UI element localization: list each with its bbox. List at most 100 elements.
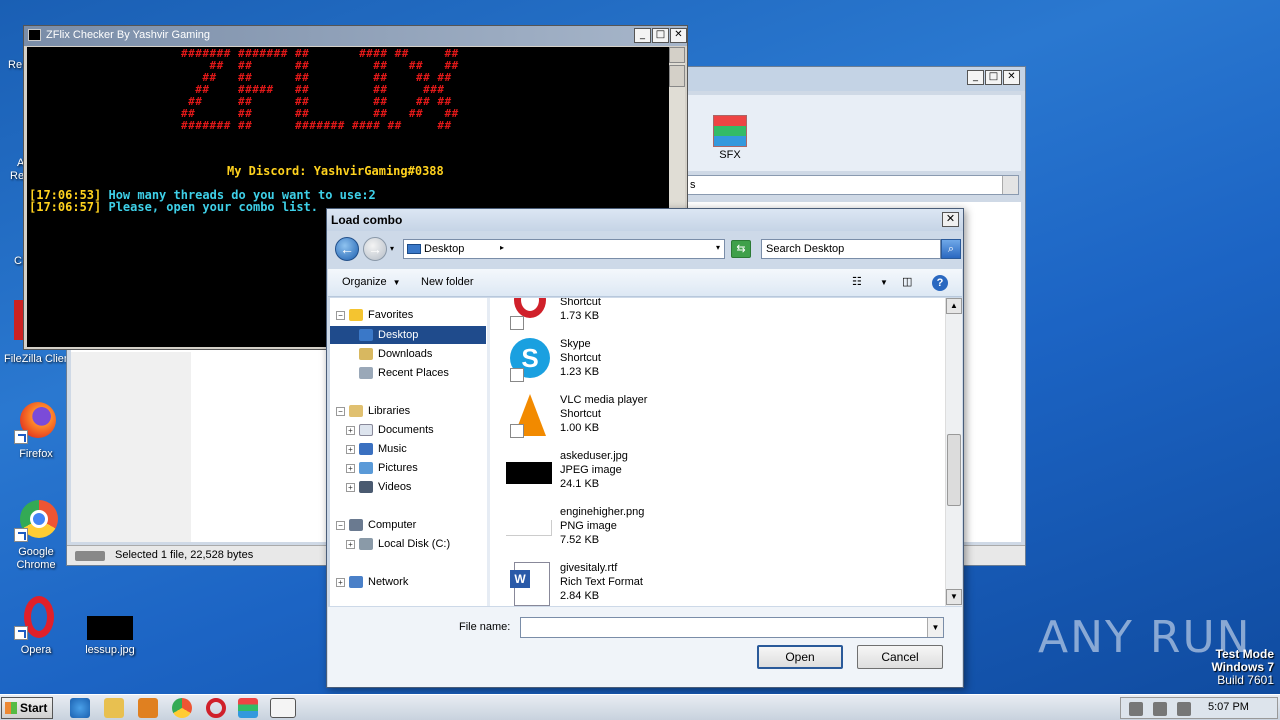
file-list-scrollbar[interactable]: ▲ ▼ xyxy=(945,298,962,606)
tree-downloads[interactable]: Downloads xyxy=(359,345,432,363)
file-size: 24.1 KB xyxy=(560,478,600,490)
forward-button[interactable]: → xyxy=(363,237,387,261)
network-status-icon[interactable] xyxy=(1153,702,1167,716)
collapse-icon[interactable]: − xyxy=(336,406,345,416)
scroll-up-button[interactable] xyxy=(669,47,685,63)
file-type: Rich Text Format xyxy=(560,576,643,588)
recent-pages-dropdown[interactable]: ▾ xyxy=(390,244,394,253)
close-button[interactable]: ✕ xyxy=(670,28,687,43)
chrome-icon[interactable] xyxy=(172,698,192,718)
music-icon xyxy=(359,443,373,456)
help-icon[interactable]: ? xyxy=(932,275,948,291)
file-list[interactable]: Shortcut 1.73 KB S Skype Shortcut 1.23 K… xyxy=(490,298,945,606)
view-dropdown-icon[interactable]: ▼ xyxy=(880,278,888,287)
chevron-down-icon[interactable] xyxy=(1002,176,1018,194)
breadcrumb-chevron-icon[interactable]: ▸ xyxy=(500,243,504,252)
desktop-partial-label: Re xyxy=(10,170,25,182)
address-combo[interactable]: s xyxy=(687,175,1019,195)
opera-icon xyxy=(14,596,58,640)
back-button[interactable]: ← xyxy=(335,237,359,261)
search-icon[interactable]: ⌕ xyxy=(941,239,961,259)
scroll-thumb[interactable] xyxy=(669,65,685,87)
discord-line: My Discord: YashvirGaming#0388 xyxy=(227,164,444,178)
tree-recent-places[interactable]: Recent Places xyxy=(359,364,449,382)
navigation-pane[interactable]: − Favorites Desktop Downloads Recent Plac… xyxy=(330,298,487,606)
collapse-icon[interactable]: − xyxy=(336,520,345,530)
refresh-button[interactable]: ⇆ xyxy=(731,240,751,258)
console-taskbar-button[interactable] xyxy=(270,698,296,718)
console-titlebar: ZFlix Checker By Yashvir Gaming xyxy=(24,26,687,46)
list-item[interactable]: askeduser.jpg JPEG image 24.1 KB xyxy=(506,450,906,502)
open-button[interactable]: Open xyxy=(757,645,843,669)
file-explorer-icon[interactable] xyxy=(104,698,124,718)
recent-places-icon xyxy=(359,367,373,380)
file-type: Shortcut xyxy=(560,298,601,308)
list-item[interactable]: enginehigher.png PNG image 7.52 KB xyxy=(506,506,906,558)
minimize-button[interactable]: _ xyxy=(967,70,984,85)
new-folder-button[interactable]: New folder xyxy=(421,276,474,288)
file-name-label: File name: xyxy=(459,621,511,633)
clock[interactable]: 5:07 PM xyxy=(1208,701,1249,713)
expand-icon[interactable]: + xyxy=(346,482,355,492)
start-button[interactable]: Start xyxy=(1,697,53,719)
tree-pictures[interactable]: + Pictures xyxy=(346,459,418,477)
maximize-button[interactable]: □ xyxy=(652,28,669,43)
expand-icon[interactable]: + xyxy=(346,463,355,473)
address-dropdown-icon[interactable]: ▾ xyxy=(716,243,720,252)
tree-network[interactable]: + Network xyxy=(336,573,408,591)
console-window-controls: _ □ ✕ xyxy=(634,28,687,43)
tree-videos[interactable]: + Videos xyxy=(346,478,411,496)
tree-favorites[interactable]: − Favorites xyxy=(336,306,413,324)
organize-button[interactable]: Organize ▼ xyxy=(342,276,401,288)
winrar-icon[interactable] xyxy=(238,698,258,718)
opera-icon xyxy=(506,298,554,338)
view-options-icon[interactable]: ☷ xyxy=(852,275,862,288)
file-name-input[interactable]: ▼ xyxy=(520,617,944,638)
cancel-button[interactable]: Cancel xyxy=(857,645,943,669)
organize-label: Organize xyxy=(342,276,387,288)
file-name: Skype xyxy=(560,338,591,350)
chrome-icon xyxy=(14,498,58,542)
preview-pane-icon[interactable]: ◫ xyxy=(902,275,912,288)
chevron-down-icon[interactable]: ▼ xyxy=(927,618,943,637)
expand-icon[interactable]: + xyxy=(346,539,355,549)
tree-local-disk[interactable]: + Local Disk (C:) xyxy=(346,535,450,553)
word-document-icon: W xyxy=(506,562,554,606)
chevron-down-icon: ▼ xyxy=(392,278,401,287)
discord-label: My Discord: xyxy=(227,164,314,178)
volume-icon[interactable] xyxy=(1129,702,1143,716)
tree-music[interactable]: + Music xyxy=(346,440,407,458)
dialog-close-button[interactable]: ✕ xyxy=(942,212,959,227)
desktop-icon-firefox[interactable]: Firefox xyxy=(4,400,68,460)
expand-icon[interactable]: + xyxy=(336,577,345,587)
action-center-icon[interactable] xyxy=(1177,702,1191,716)
desktop-icon-opera[interactable]: Opera xyxy=(4,596,68,656)
list-item[interactable]: VLC media player Shortcut 1.00 KB xyxy=(506,394,906,446)
scroll-up-button[interactable]: ▲ xyxy=(946,298,962,314)
collapse-icon[interactable]: − xyxy=(336,310,345,320)
expand-icon[interactable]: + xyxy=(346,444,355,454)
pictures-icon xyxy=(359,462,373,475)
scroll-thumb[interactable] xyxy=(947,434,961,506)
maximize-button[interactable]: □ xyxy=(985,70,1002,85)
file-name: askeduser.jpg xyxy=(560,450,628,462)
media-player-icon[interactable] xyxy=(138,698,158,718)
sfx-button[interactable]: SFX xyxy=(711,115,749,161)
close-button[interactable]: ✕ xyxy=(1003,70,1020,85)
desktop-icon-lessup[interactable]: lessup.jpg xyxy=(78,610,142,656)
tree-computer[interactable]: − Computer xyxy=(336,516,416,534)
search-input[interactable]: Search Desktop xyxy=(761,239,941,259)
tree-desktop[interactable]: Desktop xyxy=(330,326,486,344)
tree-libraries[interactable]: − Libraries xyxy=(336,402,410,420)
skype-icon: S xyxy=(506,338,554,384)
tree-documents[interactable]: + Documents xyxy=(346,421,434,439)
list-item[interactable]: W givesitaly.rtf Rich Text Format 2.84 K… xyxy=(506,562,906,606)
address-bar[interactable]: Desktop ▸ ▾ xyxy=(403,239,725,259)
desktop-icon-chrome[interactable]: Google Chrome xyxy=(4,498,68,572)
internet-explorer-icon[interactable] xyxy=(70,698,90,718)
minimize-button[interactable]: _ xyxy=(634,28,651,43)
opera-icon[interactable] xyxy=(206,698,226,718)
scroll-down-button[interactable]: ▼ xyxy=(946,589,962,605)
expand-icon[interactable]: + xyxy=(346,425,355,435)
list-item[interactable]: S Skype Shortcut 1.23 KB xyxy=(506,338,906,390)
